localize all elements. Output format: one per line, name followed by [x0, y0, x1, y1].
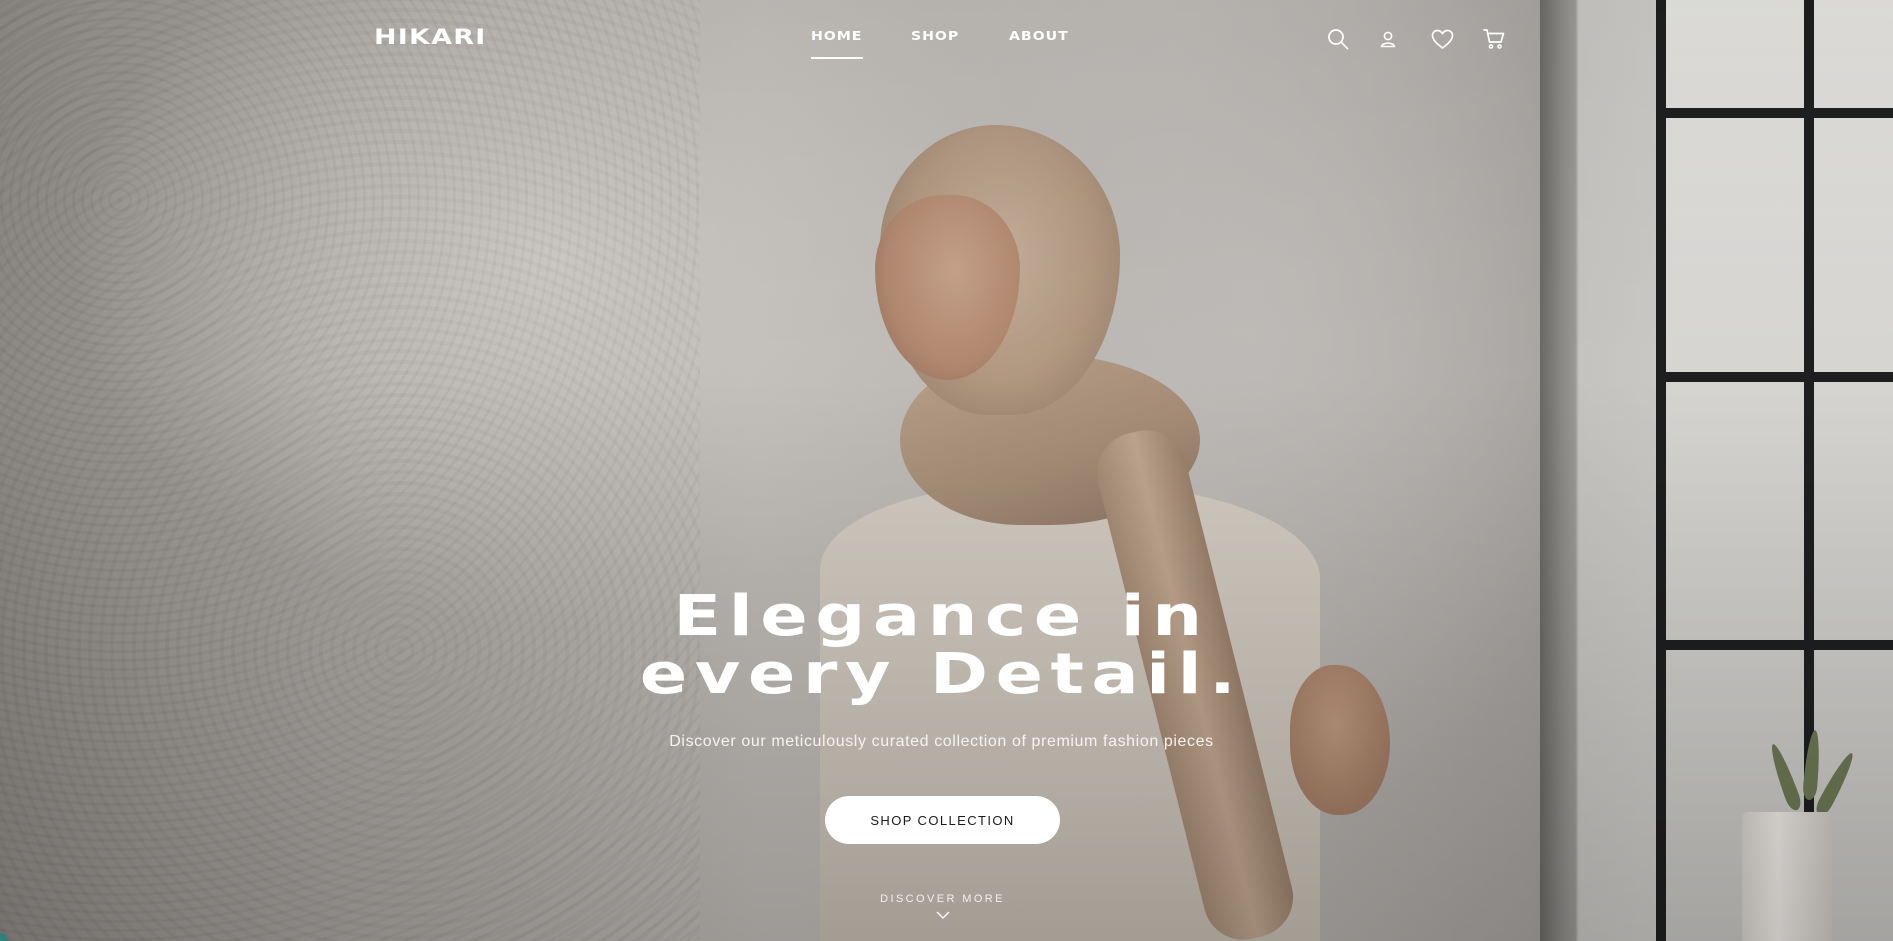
- hero-headline: Elegance in every Detail.: [0, 588, 1883, 704]
- discover-more-link[interactable]: DISCOVER MORE: [0, 893, 1885, 905]
- nav-item-about[interactable]: ABOUT: [1009, 29, 1103, 55]
- cart-button[interactable]: [1483, 26, 1535, 52]
- search-button[interactable]: [1327, 26, 1379, 52]
- main-nav: HOME SHOP ABOUT: [811, 29, 1089, 59]
- hero-headline-line-1: Elegance in: [673, 584, 1210, 649]
- heart-icon: [1431, 29, 1454, 49]
- site-header: HIKARI HOME SHOP ABOUT: [0, 0, 1893, 78]
- account-button[interactable]: [1379, 26, 1431, 52]
- chevron-down-icon[interactable]: [936, 910, 950, 920]
- search-icon: [1328, 29, 1349, 50]
- brand-logo[interactable]: HIKARI: [374, 25, 487, 49]
- cart-icon: [1483, 29, 1505, 49]
- header-icons: [1327, 26, 1535, 52]
- user-icon: [1380, 31, 1396, 48]
- hero-headline-line-2: every Detail.: [639, 642, 1244, 707]
- hero-subtitle: Discover our meticulously curated collec…: [669, 733, 1214, 750]
- wishlist-button[interactable]: [1431, 26, 1483, 52]
- shop-collection-button[interactable]: SHOP COLLECTION: [825, 796, 1060, 844]
